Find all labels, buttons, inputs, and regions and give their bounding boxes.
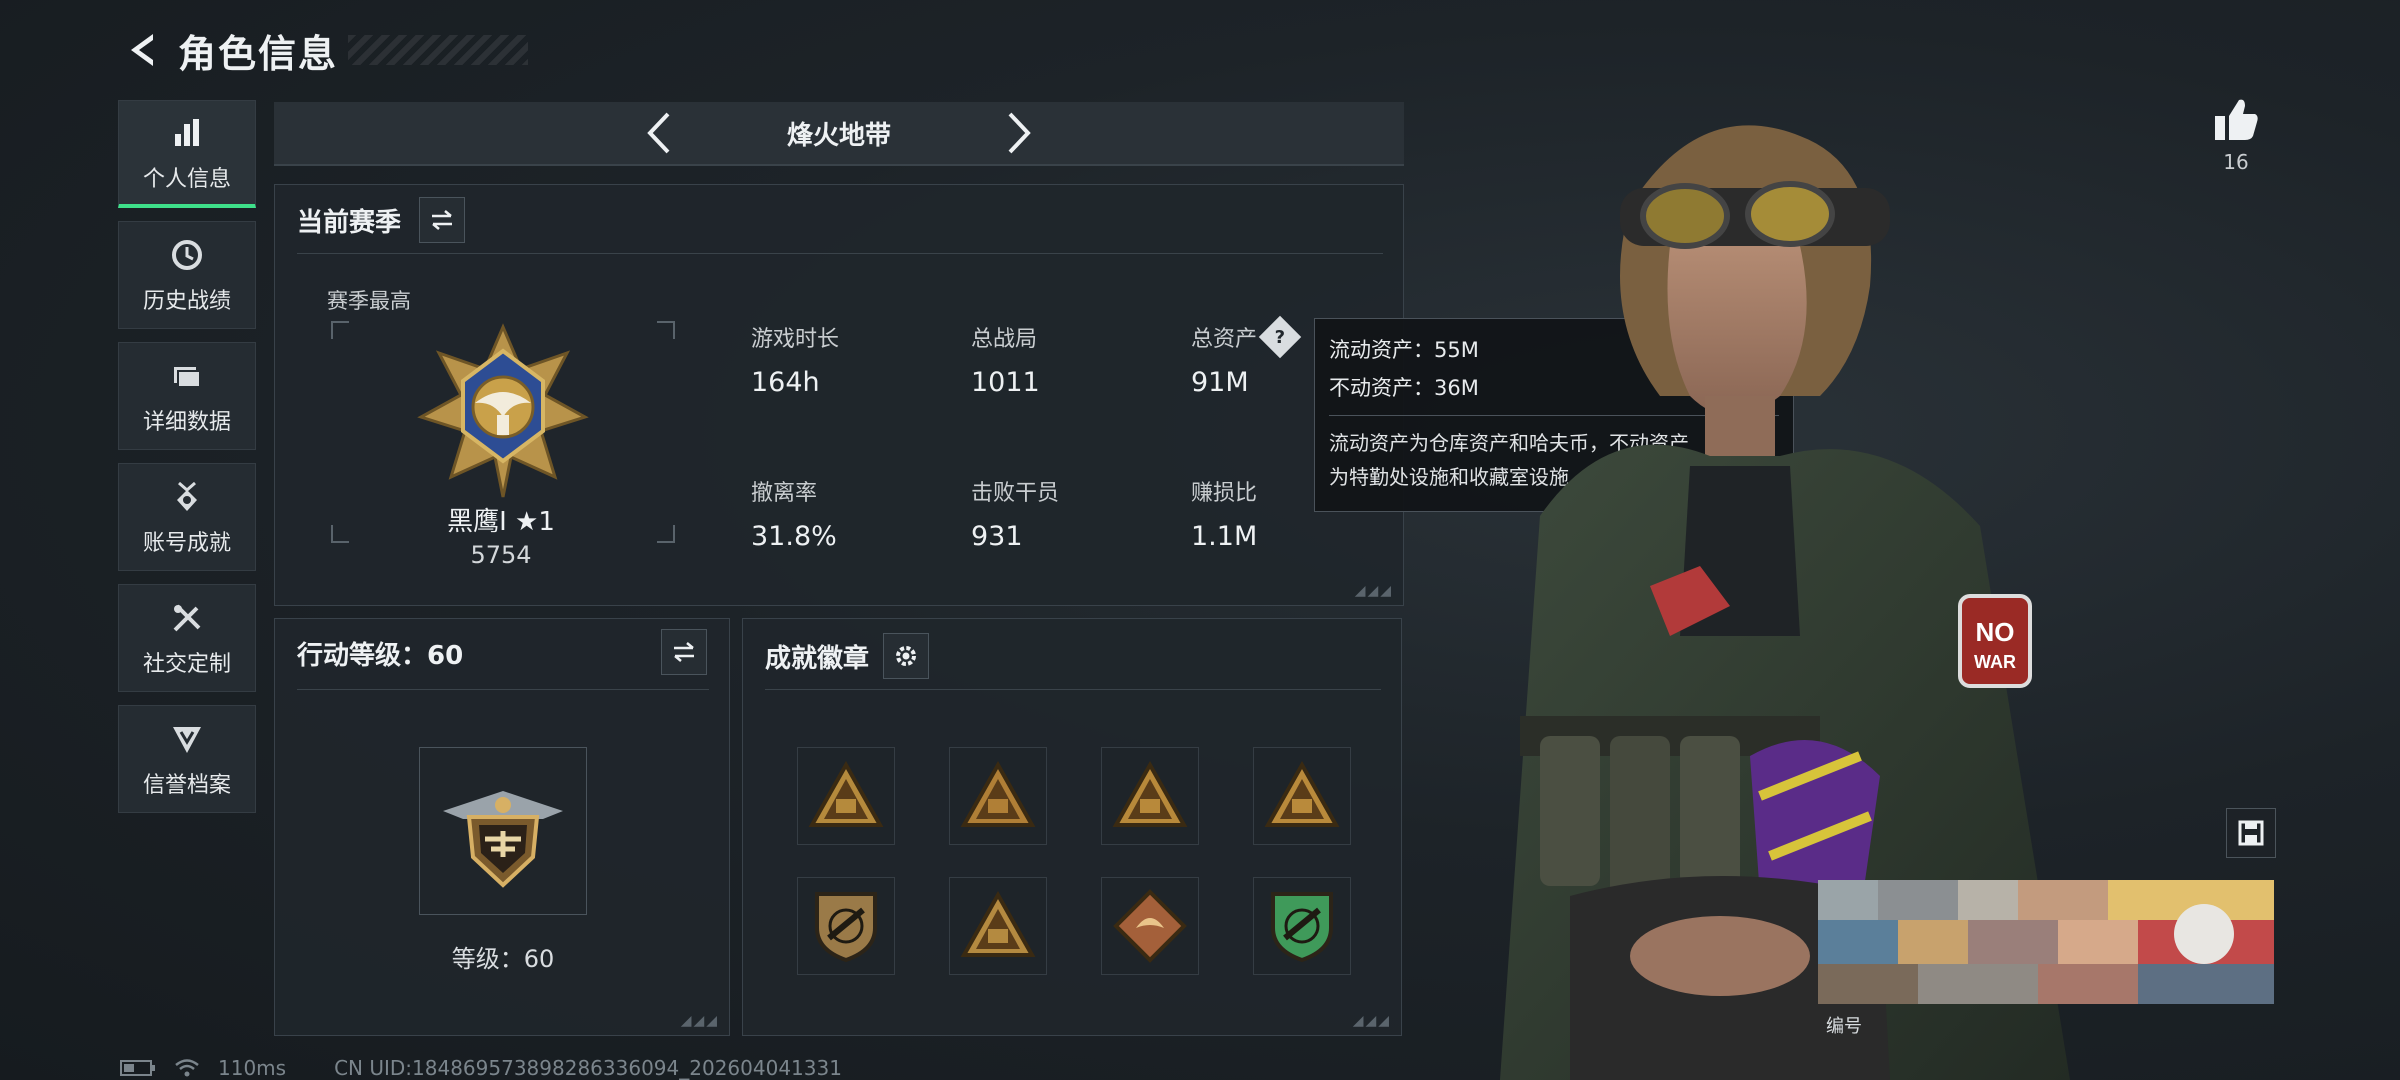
badge-triangle-58-icon[interactable] xyxy=(797,747,895,845)
achievements-header: 成就徽章 xyxy=(765,633,930,679)
stat-value: 1011 xyxy=(971,367,1040,398)
like-count: 16 xyxy=(2223,150,2249,174)
stat-value: 164h xyxy=(751,367,820,398)
sidebar-item-details[interactable]: 详细数据 xyxy=(118,342,256,450)
season-panel: 当前赛季 赛季最高 黑鹰I ★1 5754 游戏时长 164h 总战局 1011… xyxy=(274,184,1404,606)
corner-decoration: ◢◢◢ xyxy=(680,1013,719,1029)
sidebar-item-achievements[interactable]: 账号成就 xyxy=(118,463,256,571)
svg-text:NO: NO xyxy=(1976,617,2015,647)
ping-value: 110ms xyxy=(218,1056,287,1080)
divider xyxy=(297,689,709,690)
rank-score: 5754 xyxy=(470,541,532,569)
badge-diamond-dragon-icon[interactable] xyxy=(1101,877,1199,975)
save-button[interactable] xyxy=(2226,808,2276,858)
season-title: 当前赛季 xyxy=(297,207,402,238)
clock-icon xyxy=(167,235,207,275)
level-label: 等级：60 xyxy=(451,945,555,973)
stat-value: 91M xyxy=(1191,367,1249,398)
stat-label: 赚损比 xyxy=(1191,481,1258,506)
sidebar-item-reputation[interactable]: 信誉档案 xyxy=(118,705,256,813)
badge-triangle-figure-icon[interactable] xyxy=(949,747,1047,845)
badge-shield-green-icon[interactable] xyxy=(1253,877,1351,975)
stat-value: 31.8% xyxy=(751,521,837,552)
sidebar-item-profile[interactable]: 个人信息 xyxy=(118,100,256,208)
badge-triangle-crouch-icon[interactable] xyxy=(1101,747,1199,845)
stat-extract-rate: 撤离率 31.8% xyxy=(751,475,837,552)
season-header: 当前赛季 xyxy=(297,197,466,243)
level-title: 行动等级：60 xyxy=(297,641,464,671)
stat-label: 击败干员 xyxy=(971,481,1060,506)
corner-decoration: ◢◢◢ xyxy=(1354,583,1393,599)
tools-icon xyxy=(167,598,207,638)
folder-icon xyxy=(167,356,207,396)
badge-shield-rifle-icon[interactable] xyxy=(797,877,895,975)
next-map-button[interactable] xyxy=(989,103,1049,163)
wifi-icon xyxy=(175,1059,199,1077)
level-panel: 行动等级：60 等级：60 ◢◢◢ xyxy=(274,618,730,1036)
stat-label: 总战局 xyxy=(971,327,1038,352)
medal-icon xyxy=(167,477,207,517)
swap-icon xyxy=(432,210,453,230)
page-title: 角色信息 xyxy=(178,31,339,76)
season-switch-button[interactable] xyxy=(419,197,466,243)
stat-playtime: 游戏时长 164h xyxy=(751,321,839,398)
uid-text: CN UID:184869573898286336094_20260404133… xyxy=(334,1056,842,1080)
stat-value: 1.1M xyxy=(1191,521,1258,552)
stat-value: 931 xyxy=(971,521,1023,552)
bar-chart-icon xyxy=(167,113,207,153)
map-selector: 烽火地带 xyxy=(274,102,1404,166)
swap-icon xyxy=(674,642,694,662)
sidebar-item-social[interactable]: 社交定制 xyxy=(118,584,256,692)
stat-total-matches: 总战局 1011 xyxy=(971,321,1040,398)
stat-profit-ratio: 赚损比 1.1M xyxy=(1191,475,1257,552)
corner-decoration: ◢◢◢ xyxy=(1352,1013,1391,1029)
thumbs-up-icon xyxy=(2215,99,2258,140)
achievements-title: 成就徽章 xyxy=(765,643,870,674)
like-button[interactable]: 16 xyxy=(2208,96,2264,174)
sidebar-item-label: 信誉档案 xyxy=(142,773,231,798)
divider xyxy=(297,253,1383,254)
shield-icon xyxy=(167,719,207,759)
stat-label: 撤离率 xyxy=(751,481,818,506)
title-decoration xyxy=(348,35,529,65)
level-emblem-icon xyxy=(419,747,587,915)
card-number-label: 编号 xyxy=(1826,1016,1862,1037)
stat-label: 游戏时长 xyxy=(751,327,840,352)
season-high-label: 赛季最高 xyxy=(327,289,411,313)
badge-triangle-team-icon[interactable] xyxy=(1253,747,1351,845)
gear-icon xyxy=(896,646,917,666)
rank-name: 黑鹰I ★1 xyxy=(447,507,555,537)
sidebar-item-history[interactable]: 历史战绩 xyxy=(118,221,256,329)
back-arrow-icon[interactable] xyxy=(118,25,168,75)
svg-text:WAR: WAR xyxy=(1974,652,2016,672)
achievements-panel: 成就徽章 ◢◢◢ xyxy=(742,618,1402,1036)
divider xyxy=(765,689,1381,690)
battery-icon xyxy=(120,1060,155,1076)
sidebar-item-label: 社交定制 xyxy=(142,652,231,677)
sidebar-item-label: 历史战绩 xyxy=(142,289,231,314)
stat-total-assets: 总资产 ? 91M xyxy=(1191,315,1302,398)
header: 角色信息 xyxy=(118,20,529,80)
sidebar-item-label: 详细数据 xyxy=(142,410,231,435)
map-name: 烽火地带 xyxy=(786,120,891,151)
prev-map-button[interactable] xyxy=(629,103,689,163)
achievements-settings-button[interactable] xyxy=(883,633,930,679)
status-bar: 110ms CN UID:184869573898286336094_20260… xyxy=(120,1056,842,1080)
rank-emblem-icon xyxy=(417,323,589,498)
stat-label: 总资产 xyxy=(1191,327,1258,352)
sidebar-item-label: 个人信息 xyxy=(142,166,231,192)
badge-triangle-rocket-icon[interactable] xyxy=(949,877,1047,975)
name-card-image[interactable] xyxy=(1818,880,2274,1004)
level-switch-button[interactable] xyxy=(661,629,707,675)
sidebar: 个人信息 历史战绩 详细数据 账号成就 社交定制 信誉档案 xyxy=(118,100,258,826)
save-icon xyxy=(2238,820,2264,846)
sidebar-item-label: 账号成就 xyxy=(142,531,231,556)
help-icon[interactable]: ? xyxy=(1258,315,1302,359)
stat-kills: 击败干员 931 xyxy=(971,475,1059,552)
